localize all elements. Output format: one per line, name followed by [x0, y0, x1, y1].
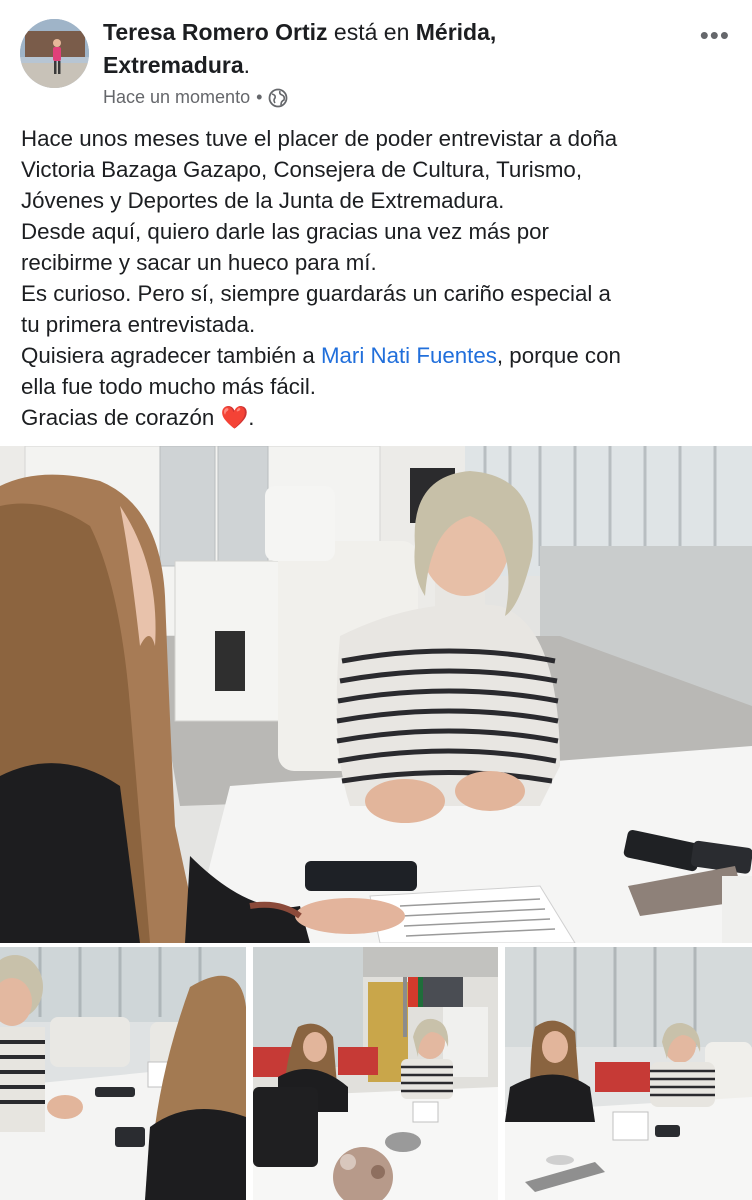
- author-line: Teresa Romero Ortiz está en Mérida, Extre…: [103, 16, 693, 82]
- more-options-icon[interactable]: •••: [700, 20, 730, 51]
- heart-emoji: ❤️: [220, 405, 249, 430]
- mention-link[interactable]: Mari Nati Fuentes: [321, 343, 497, 368]
- text-line: Gracias de corazón: [21, 405, 221, 430]
- text-line-with-mention: Quisiera agradecer también a Mari Nati F…: [21, 340, 736, 371]
- post-photo-main[interactable]: [0, 446, 752, 943]
- author-name[interactable]: Teresa Romero Ortiz: [103, 19, 328, 45]
- text-line: Quisiera agradecer también a: [21, 343, 321, 368]
- text-line: Hace unos meses tuve el placer de poder …: [21, 126, 618, 151]
- text-line-last: Gracias de corazón ❤️.: [21, 402, 736, 433]
- location-prefix: está en: [327, 19, 416, 45]
- meta-separator: •: [256, 87, 263, 107]
- text-line: Jóvenes y Deportes de la Junta de Extrem…: [21, 188, 505, 213]
- text-line: Es curioso. Pero sí, siempre guardarás u…: [21, 281, 611, 306]
- post-body: Hace unos meses tuve el placer de poder …: [21, 123, 736, 433]
- text-line: Victoria Bazaga Gazapo, Consejera de Cul…: [21, 157, 583, 182]
- text-after-mention: , porque con: [496, 343, 621, 368]
- text-line: ella fue todo mucho más fácil.: [21, 374, 316, 399]
- timestamp[interactable]: Hace un momento: [103, 87, 250, 108]
- post-photo-thumb[interactable]: [0, 947, 246, 1200]
- post-photo-thumb[interactable]: [253, 947, 498, 1200]
- post-photo-grid: [0, 947, 752, 1200]
- post-header: Teresa Romero Ortiz está en Mérida, Extre…: [0, 0, 752, 118]
- location-city[interactable]: Mérida,: [416, 19, 497, 45]
- text-line: tu primera entrevistada.: [21, 312, 256, 337]
- post-photo-thumb[interactable]: [505, 947, 752, 1200]
- text-line: Desde aquí, quiero darle las gracias una…: [21, 219, 549, 244]
- author-avatar[interactable]: [20, 19, 89, 88]
- text-end: .: [248, 405, 255, 430]
- location-suffix: .: [243, 52, 251, 78]
- globe-icon: [268, 88, 288, 108]
- post-meta: Hace un momento •: [103, 87, 288, 108]
- text-line: recibirme y sacar un hueco para mí.: [21, 250, 377, 275]
- location-region[interactable]: Extremadura: [103, 52, 244, 78]
